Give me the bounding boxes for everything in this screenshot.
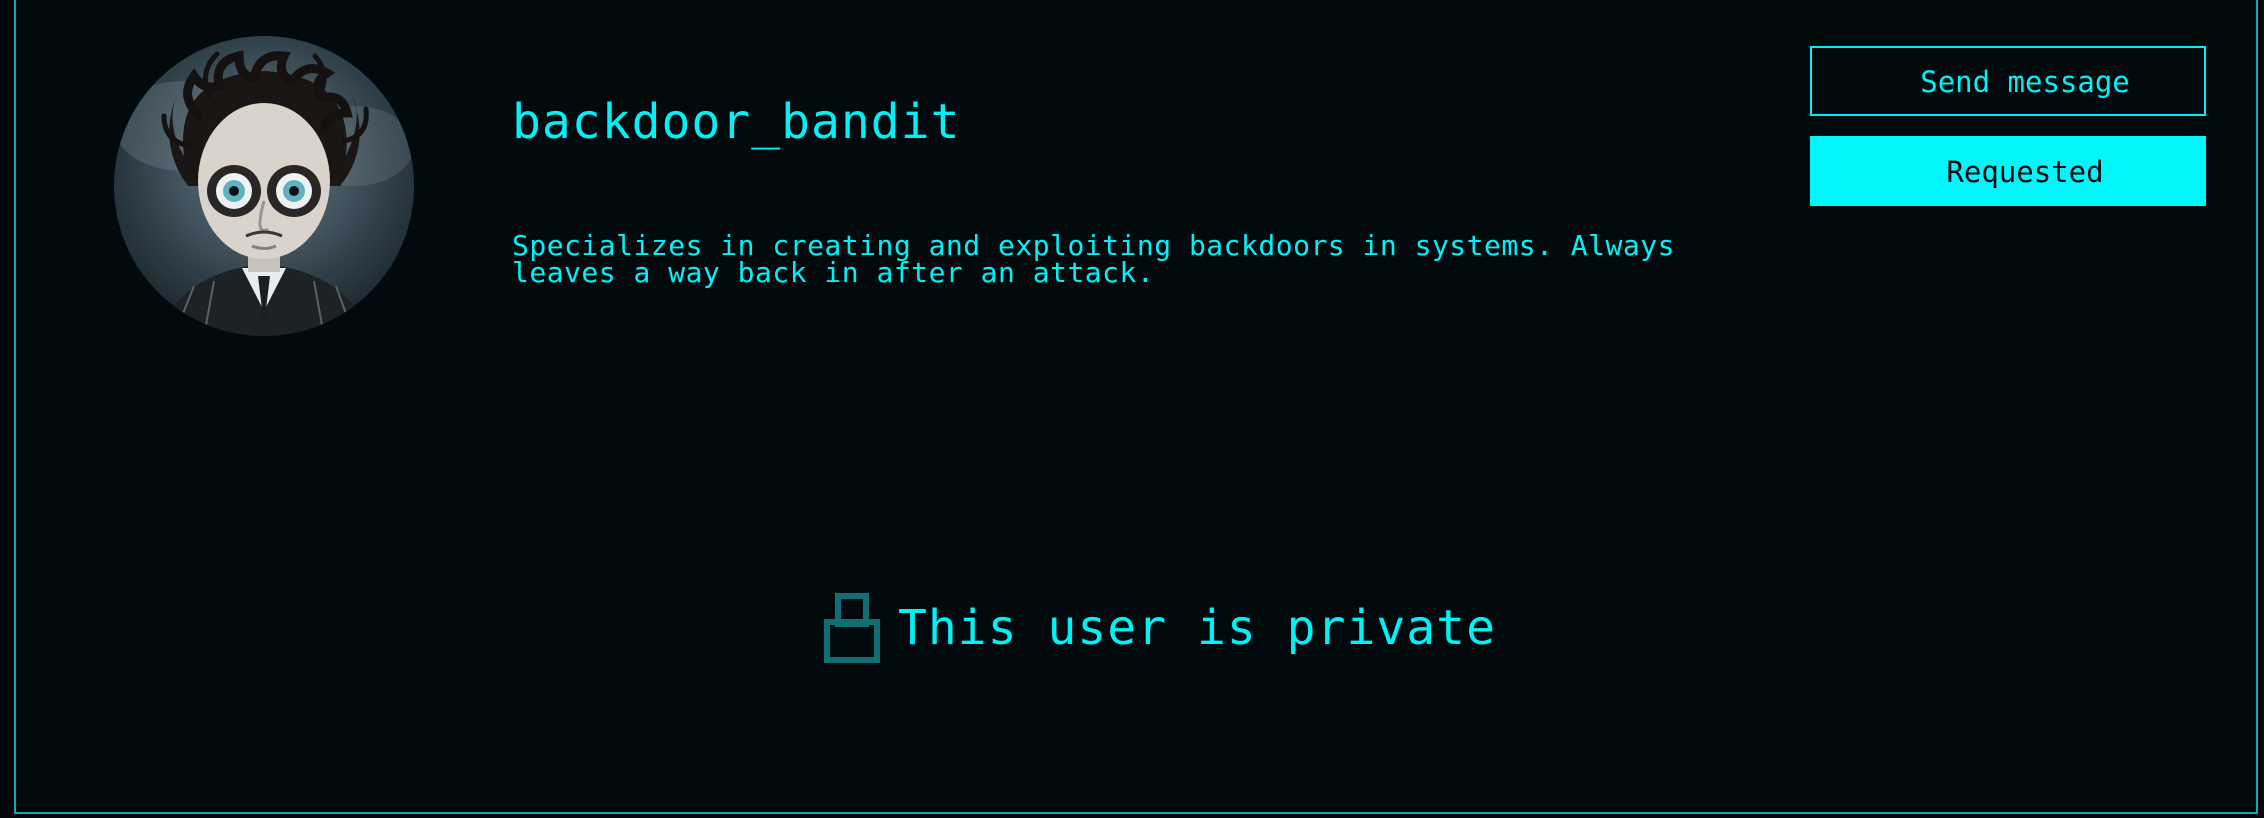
avatar-image bbox=[114, 50, 414, 336]
avatar bbox=[114, 36, 414, 336]
send-message-button[interactable]: Send message bbox=[1810, 46, 2206, 116]
private-notice: This user is private bbox=[824, 592, 1496, 664]
private-message: This user is private bbox=[898, 600, 1496, 656]
requested-button[interactable]: Requested bbox=[1810, 136, 2206, 206]
profile-bio: Specializes in creating and exploiting b… bbox=[512, 229, 1675, 289]
lock-icon bbox=[824, 593, 880, 663]
profile-username: backdoor_bandit bbox=[512, 94, 961, 150]
